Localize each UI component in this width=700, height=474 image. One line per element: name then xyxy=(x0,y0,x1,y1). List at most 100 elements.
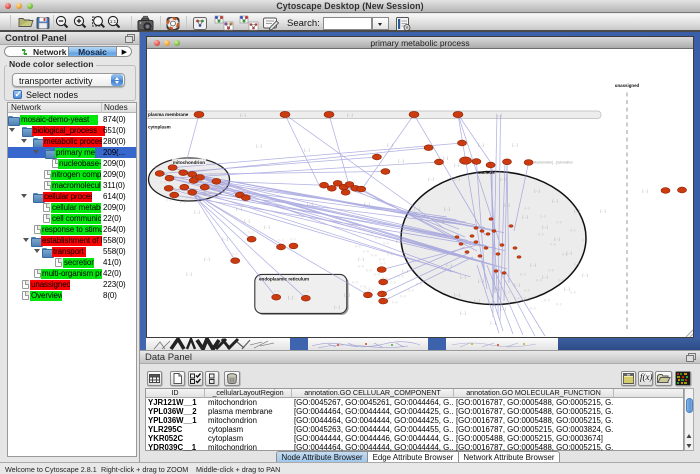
svg-text:[…]: […] xyxy=(525,206,530,210)
svg-text:[…]: […] xyxy=(167,198,172,202)
svg-text:[…]: […] xyxy=(385,296,390,300)
svg-text:[…]: […] xyxy=(223,237,228,241)
svg-text:[…]: […] xyxy=(384,241,389,245)
svg-text:[…]: […] xyxy=(559,278,564,282)
svg-text:[…]: […] xyxy=(265,225,270,229)
svg-text:[…]: […] xyxy=(475,299,480,303)
svg-text:[…]: […] xyxy=(187,272,192,276)
svg-text:[…]: […] xyxy=(345,293,350,297)
svg-text:[…]: […] xyxy=(549,268,554,272)
svg-text:[…]: […] xyxy=(399,159,404,163)
svg-text:[…]: […] xyxy=(211,172,216,176)
svg-text:[…]: […] xyxy=(388,143,393,147)
svg-text:[…]: […] xyxy=(539,232,544,236)
svg-text:[…]: […] xyxy=(257,144,262,148)
svg-text:[…]: […] xyxy=(501,307,506,311)
svg-text:[…]: […] xyxy=(372,253,377,257)
svg-text:[…]: […] xyxy=(525,288,530,292)
svg-text:[…]: […] xyxy=(175,187,180,191)
svg-text:[…]: […] xyxy=(403,269,408,273)
svg-text:[…]: […] xyxy=(179,177,184,181)
svg-text:[…]: […] xyxy=(495,287,500,291)
svg-text:[…]: […] xyxy=(308,202,313,206)
svg-text:[…]: […] xyxy=(187,195,192,199)
svg-text:[…]: […] xyxy=(376,236,381,240)
svg-text:[…]: […] xyxy=(275,289,280,293)
svg-text:[…]: […] xyxy=(501,177,506,181)
svg-text:[…]: […] xyxy=(553,199,558,203)
svg-text:[…]: […] xyxy=(461,275,466,279)
svg-text:[…]: […] xyxy=(205,190,210,194)
svg-text:[…]: […] xyxy=(388,252,393,256)
svg-text:[…]: […] xyxy=(563,252,568,256)
svg-text:[…]: […] xyxy=(521,272,526,276)
svg-text:[…]: […] xyxy=(497,113,502,117)
svg-text:[…]: […] xyxy=(397,239,402,243)
svg-text:[…]: […] xyxy=(537,278,542,282)
svg-text:[…]: […] xyxy=(335,305,340,309)
svg-text:[…]: […] xyxy=(541,214,546,218)
svg-text:[…]: […] xyxy=(199,168,204,172)
svg-text:[…]: […] xyxy=(543,225,548,229)
svg-text:1:1: 1:1 xyxy=(110,19,117,24)
svg-text:[…]: […] xyxy=(545,298,550,302)
svg-text:[…]: […] xyxy=(161,180,166,184)
svg-text:mitochondrion: mitochondrion xyxy=(173,160,205,165)
svg-text:plasma membrane: plasma membrane xyxy=(148,112,189,117)
svg-text:[…]: […] xyxy=(455,177,460,181)
svg-text:[…]: […] xyxy=(249,230,254,234)
svg-text:[…]: […] xyxy=(369,288,374,292)
svg-text:[…]: […] xyxy=(237,207,242,211)
svg-text:[…]: […] xyxy=(304,289,309,293)
svg-text:[…]: […] xyxy=(565,287,570,291)
svg-text:[…]: […] xyxy=(377,292,382,296)
svg-text:[…]: […] xyxy=(233,252,238,256)
svg-text:[…]: […] xyxy=(359,264,364,268)
svg-text:[…]: […] xyxy=(535,189,540,193)
svg-text:[…]: […] xyxy=(353,280,358,284)
svg-text:[…]: […] xyxy=(523,215,528,219)
svg-text:[…]: […] xyxy=(417,282,422,286)
svg-text:[…]: […] xyxy=(601,209,606,213)
svg-text:[…]: […] xyxy=(244,189,249,193)
svg-text:[…]: […] xyxy=(445,207,450,211)
svg-text:[…]: […] xyxy=(399,274,404,278)
svg-text:[…]: […] xyxy=(393,300,398,304)
svg-text:[…]: […] xyxy=(571,290,576,294)
svg-text:[…]: […] xyxy=(513,143,518,147)
svg-text:[…]: […] xyxy=(409,288,414,292)
svg-text:[…]: […] xyxy=(491,321,496,325)
svg-text:[…]: […] xyxy=(352,222,357,226)
svg-text:[…]: […] xyxy=(380,257,385,261)
svg-text:[…]: […] xyxy=(571,228,576,232)
svg-text:[…]: […] xyxy=(415,207,420,211)
svg-text:[…]: […] xyxy=(429,177,434,181)
svg-text:[…]: […] xyxy=(575,209,580,213)
svg-text:[…]: […] xyxy=(288,296,293,300)
svg-text:[…]: […] xyxy=(551,242,556,246)
svg-text:[…]: […] xyxy=(367,268,372,272)
svg-text:[…]: […] xyxy=(361,284,366,288)
svg-text:[…]: […] xyxy=(531,263,536,267)
svg-text:[…]: […] xyxy=(195,182,200,186)
svg-text:[…]: […] xyxy=(305,148,310,152)
svg-text:[…]: […] xyxy=(356,244,361,248)
svg-text:[…]: […] xyxy=(155,165,160,169)
svg-text:[…]: […] xyxy=(391,280,396,284)
svg-text:[…]: […] xyxy=(443,156,448,160)
svg-text:[…]: […] xyxy=(555,237,560,241)
svg-text:[…]: […] xyxy=(348,113,353,117)
svg-text:[…]: […] xyxy=(368,232,373,236)
svg-text:[…]: […] xyxy=(447,263,452,267)
svg-text:nucleus: nucleus xyxy=(477,170,495,175)
svg-text:[…]: […] xyxy=(279,238,284,242)
svg-text:[…]: […] xyxy=(364,249,369,253)
svg-text:[…]: […] xyxy=(525,297,530,301)
svg-text:[…]: […] xyxy=(575,262,580,266)
svg-text:[…]: […] xyxy=(643,189,648,193)
svg-text:[…]: […] xyxy=(365,202,370,206)
svg-text:[…]: […] xyxy=(181,199,186,203)
svg-text:cytoplasm: cytoplasm xyxy=(148,125,171,130)
svg-text:[…]: […] xyxy=(439,219,444,223)
svg-text:[…]: […] xyxy=(515,296,520,300)
